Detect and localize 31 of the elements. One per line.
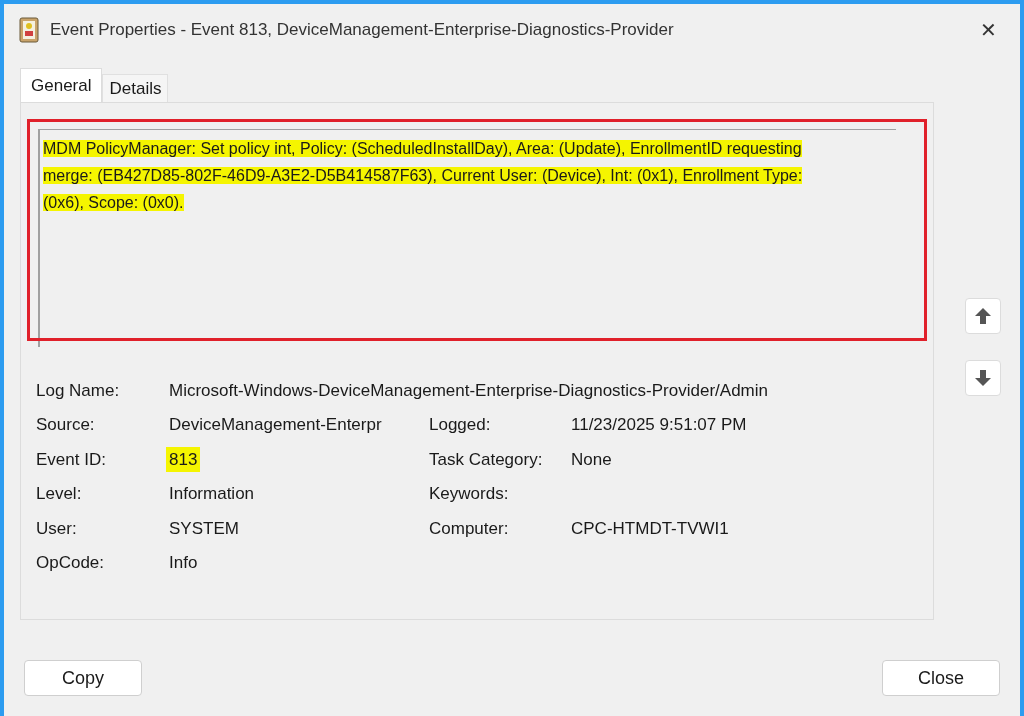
up-arrow-icon	[974, 307, 992, 325]
field-value: Information	[169, 484, 255, 503]
field-value: Info	[169, 553, 198, 572]
close-dialog-button[interactable]: Close	[882, 660, 1000, 696]
close-button[interactable]: ✕	[970, 12, 1006, 48]
field-label: OpCode:	[36, 552, 106, 574]
field-value: 11/23/2025 9:51:07 PM	[571, 415, 747, 434]
field-label: Keywords:	[429, 483, 510, 505]
field-label: Event ID:	[36, 448, 107, 471]
field-value: SYSTEM	[169, 518, 239, 538]
description-text: MDM PolicyManager: Set policy int, Policy: (ScheduledInstallDay), Area: (Update), EnrollmentID requesting merge: (EB427D85-802F-46D9-A3E2-D5B414587F63), Current User: (Device), Int: (0x1), Enrollment Type: (0x6), Scope: (0x0).	[43, 139, 804, 213]
next-event-button[interactable]	[965, 360, 1001, 396]
field-label: Logged:	[429, 414, 492, 436]
event-log-icon	[18, 17, 40, 43]
previous-event-button[interactable]	[965, 298, 1001, 334]
field-value: DeviceManagement-Enterpr	[169, 415, 382, 434]
field-value: Microsoft-Windows-DeviceManagement-Enterprise-Diagnostics-Provider/Admin	[169, 380, 768, 400]
field-label: Level:	[36, 483, 83, 505]
field-value: None	[571, 449, 612, 469]
tab[interactable]: Details	[102, 74, 169, 102]
field-value: 813	[166, 446, 201, 472]
field-label: Source:	[36, 414, 96, 436]
field-label: Task Category:	[429, 448, 544, 471]
tab[interactable]: General	[20, 68, 103, 102]
window-title: Event Properties - Event 813, DeviceManagement-Enterprise-Diagnostics-Provider	[50, 19, 674, 42]
field-value: CPC-HTMDT-TVWI1	[571, 518, 729, 538]
field-label: Log Name:	[36, 379, 121, 402]
field-label: Computer:	[429, 517, 510, 540]
down-arrow-icon	[974, 369, 992, 387]
field-label: User:	[36, 517, 78, 540]
copy-button[interactable]: Copy	[24, 660, 142, 696]
